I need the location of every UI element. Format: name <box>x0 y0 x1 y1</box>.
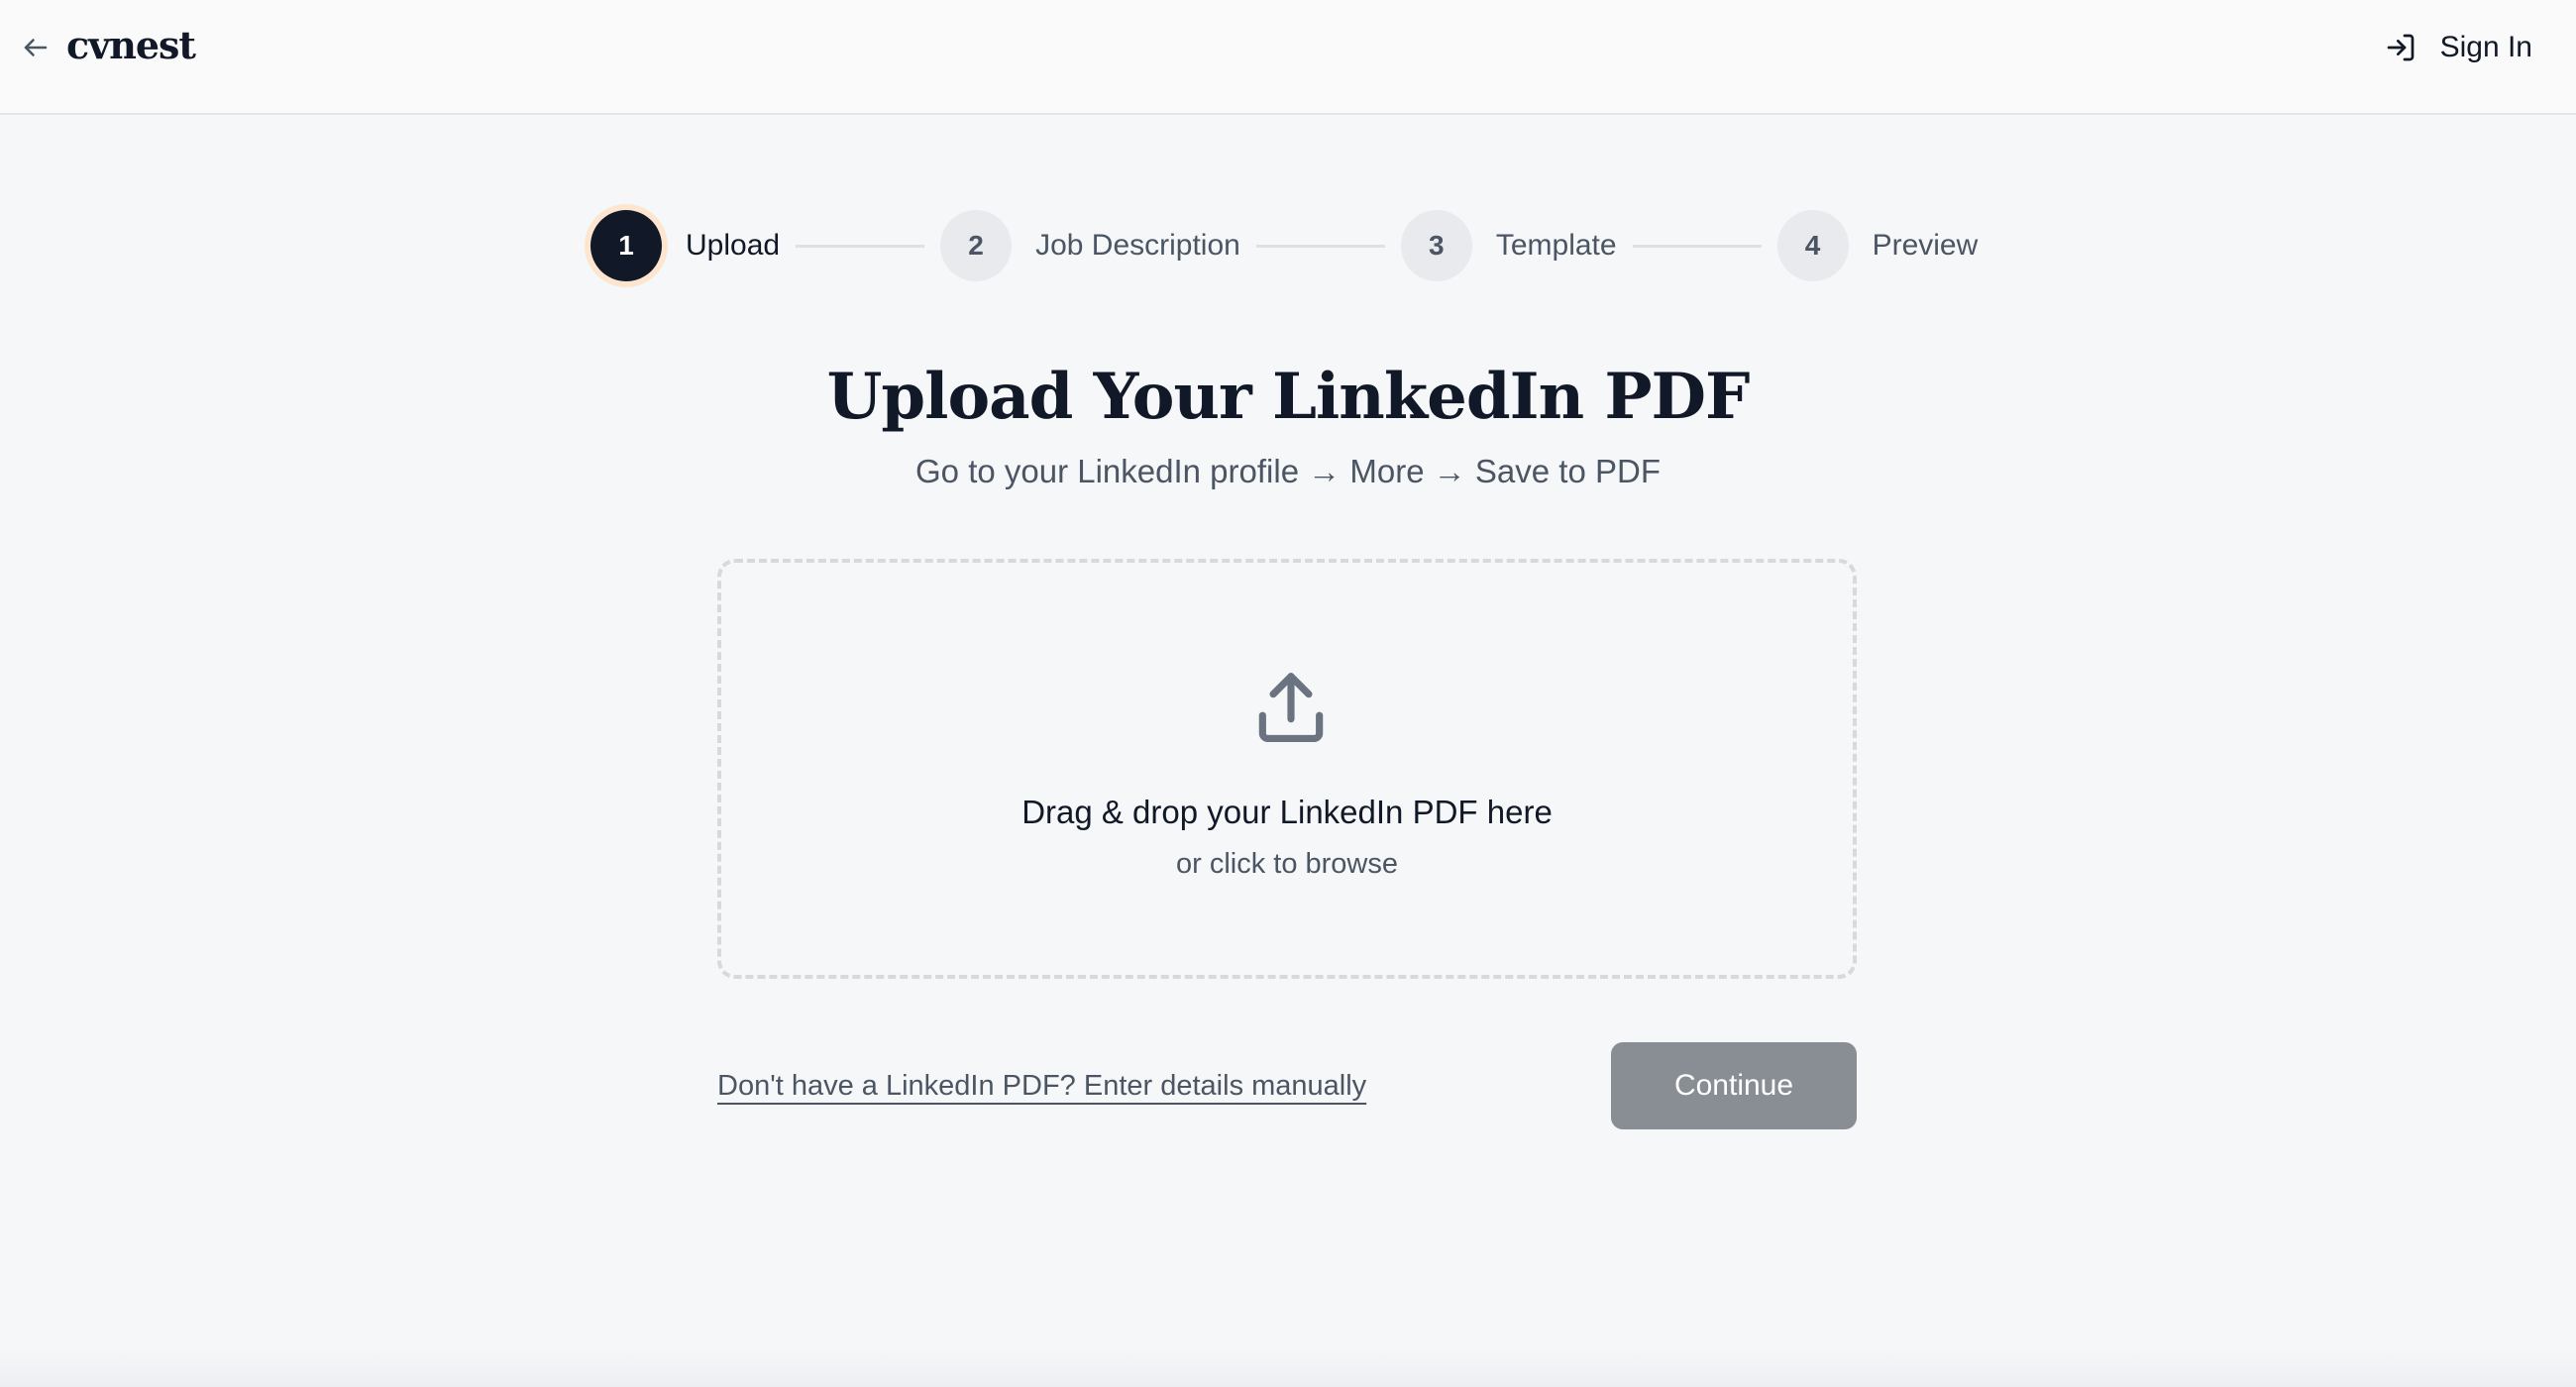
step-number: 1 <box>590 210 662 281</box>
step-job-description: 2 Job Description <box>940 210 1240 281</box>
step-label: Job Description <box>1035 229 1240 262</box>
logo[interactable]: cvnest <box>66 20 196 71</box>
step-template: 3 Template <box>1400 210 1617 281</box>
page-subtitle: Go to your LinkedIn profile → More → Sav… <box>915 453 1661 489</box>
top-header: cvnest Sign In <box>0 0 2576 115</box>
page-title: Upload Your LinkedIn PDF <box>826 360 1751 434</box>
pdf-dropzone[interactable]: Drag & drop your LinkedIn PDF here or cl… <box>717 559 1857 979</box>
sign-in-button[interactable]: Sign In <box>2385 24 2532 71</box>
back-button[interactable] <box>18 30 54 65</box>
step-connector <box>1255 244 1385 248</box>
step-connector <box>796 244 925 248</box>
step-upload: 1 Upload <box>590 210 780 281</box>
upload-icon <box>1258 673 1324 743</box>
step-preview: 4 Preview <box>1776 210 1979 281</box>
progress-stepper: 1 Upload 2 Job Description 3 Template 4 … <box>590 204 1978 287</box>
step-number: 3 <box>1400 210 1472 281</box>
step-connector <box>1632 244 1762 248</box>
dropzone-subtitle: or click to browse <box>1175 848 1398 880</box>
dropzone-title: Drag & drop your LinkedIn PDF here <box>1021 794 1553 830</box>
arrow-left-icon <box>24 39 48 56</box>
manual-entry-link[interactable]: Don't have a LinkedIn PDF? Enter details… <box>717 1066 1366 1106</box>
step-number: 2 <box>940 210 1013 281</box>
step-label: Template <box>1495 229 1617 262</box>
step-label: Preview <box>1872 229 1979 262</box>
sign-in-label: Sign In <box>2439 31 2532 63</box>
bottom-fade <box>0 1347 2576 1387</box>
sign-in-icon <box>2387 34 2414 61</box>
step-number: 4 <box>1776 210 1849 281</box>
continue-button[interactable]: Continue <box>1611 1042 1857 1129</box>
step-label: Upload <box>686 229 781 262</box>
